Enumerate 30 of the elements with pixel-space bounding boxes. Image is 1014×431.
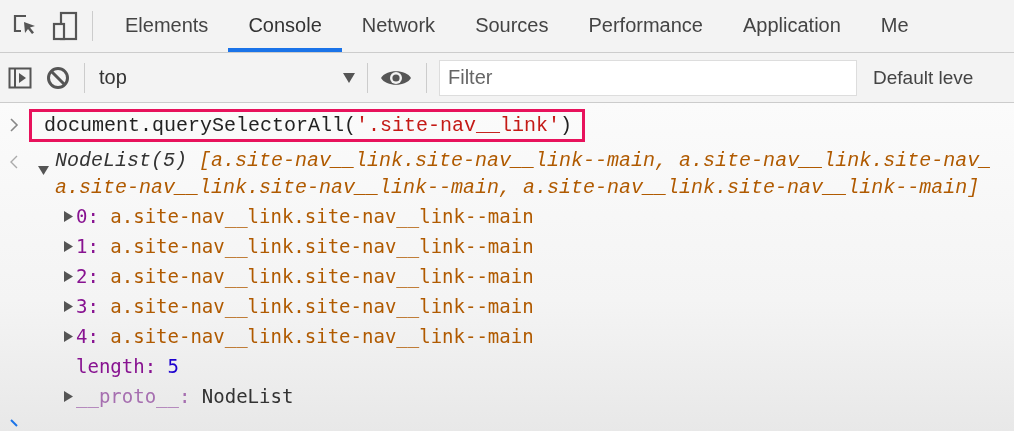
property-line[interactable]: 4: a.site-nav__link.site-nav__link--main [76,325,534,347]
dropdown-caret-icon[interactable] [343,72,355,83]
expand-triangle-icon[interactable] [38,166,49,175]
expand-triangle-icon[interactable] [64,240,73,252]
expand-triangle-icon[interactable] [64,270,73,282]
tab[interactable]: Sources [455,0,569,52]
property-line: length: 5 [76,355,179,377]
expand-triangle-icon[interactable] [64,390,73,402]
result-summary: a.site-nav__link.site-nav__link--main, a.site-nav__link.site-nav__link--main] [55,175,981,201]
clear-icon[interactable] [46,65,70,90]
expand-triangle-icon[interactable] [64,210,73,222]
tab[interactable]: Me [860,0,929,52]
tab[interactable]: Network [341,0,456,52]
context-select[interactable]: top [97,66,357,89]
property-line[interactable]: __proto__: NodeList [76,385,294,407]
tab[interactable]: Performance [568,0,723,52]
sidebar-toggle-icon[interactable] [8,66,32,89]
input-prompt-icon[interactable] [9,118,19,132]
expand-triangle-icon[interactable] [64,300,73,312]
property-line[interactable]: 2: a.site-nav__link.site-nav__link--main [76,265,534,287]
log-levels-select[interactable]: Default leve [873,66,974,89]
tab[interactable]: Application [723,0,861,52]
filter-field[interactable]: Filter [439,59,857,96]
property-line[interactable]: 0: a.site-nav__link.site-nav__link--main [76,205,534,227]
result-summary: NodeList(5) [a.site-nav__link.site-nav__link--main, a.site-nav__link.site-nav_ [55,148,992,174]
property-line[interactable]: 3: a.site-nav__link.site-nav__link--main [76,295,534,317]
device-icon[interactable] [52,11,78,41]
expand-triangle-icon[interactable] [64,330,73,342]
property-line[interactable]: 1: a.site-nav__link.site-nav__link--main [76,235,534,257]
tab[interactable]: Elements [105,0,229,52]
